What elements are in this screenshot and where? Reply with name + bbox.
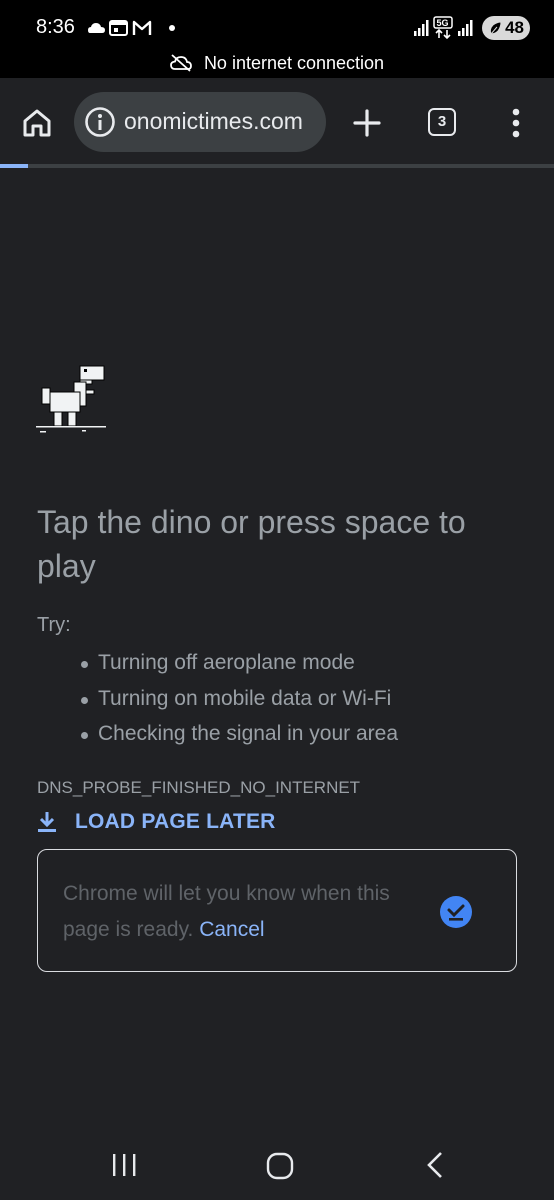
status-notification-icons: [88, 20, 175, 36]
calendar-icon: [109, 20, 128, 36]
page-ready-notice: Chrome will let you know when this page …: [37, 849, 517, 972]
cancel-link[interactable]: Cancel: [199, 918, 264, 941]
back-icon[interactable]: [424, 1150, 446, 1180]
url-text[interactable]: onomictimes.com: [124, 108, 316, 135]
signal-icon: [414, 20, 429, 36]
download-icon: [38, 812, 56, 832]
tab-switcher-icon[interactable]: 3: [428, 108, 456, 136]
signal-icon: [458, 20, 473, 36]
clock: 8:36: [36, 16, 75, 38]
page-load-progress: [0, 164, 554, 168]
address-bar[interactable]: onomictimes.com: [74, 92, 326, 152]
signal-status-icons: 5G: [414, 16, 473, 40]
browser-toolbar: onomictimes.com 3: [0, 78, 554, 164]
suggestion-item: Turning on mobile data or Wi-Fi: [80, 684, 398, 720]
battery-percentage: 48: [505, 18, 524, 37]
tab-count: 3: [437, 113, 447, 130]
page-load-progress-fill: [0, 164, 28, 168]
offline-banner-text: No internet connection: [203, 52, 385, 73]
gmail-icon: [132, 20, 152, 35]
cloud-icon: [88, 23, 105, 33]
suggestion-item: Checking the signal in your area: [80, 719, 398, 755]
home-icon[interactable]: [18, 104, 56, 142]
notification-dot-icon: [169, 25, 175, 31]
network-type-label: 5G: [437, 18, 449, 28]
error-headline: Tap the dino or press space to play: [37, 504, 466, 584]
cloud-off-icon: [170, 54, 192, 72]
system-navigation-bar: [0, 1128, 554, 1200]
status-bar: 8:36 5G 48: [0, 0, 554, 48]
home-nav-icon[interactable]: [266, 1152, 294, 1180]
suggestion-list: Turning off aeroplane mode Turning on mo…: [80, 648, 398, 755]
info-icon[interactable]: [84, 106, 116, 138]
try-label: Try:: [37, 614, 71, 636]
error-code: DNS_PROBE_FINISHED_NO_INTERNET: [37, 778, 361, 797]
more-vert-icon[interactable]: [504, 106, 528, 140]
page-ready-message: Chrome will let you know when this page …: [63, 876, 403, 948]
battery-icon: [489, 21, 502, 35]
suggestion-item: Turning off aeroplane mode: [80, 648, 398, 684]
dino-game[interactable]: [36, 360, 106, 436]
check-download-icon: [440, 896, 472, 928]
load-page-later-label: LOAD PAGE LATER: [75, 810, 276, 833]
load-page-later-button[interactable]: LOAD PAGE LATER: [37, 806, 276, 838]
data-arrows-icon: 5G: [433, 16, 453, 40]
recent-apps-icon[interactable]: [110, 1152, 138, 1178]
battery-indicator: 48: [482, 16, 530, 40]
offline-banner: No internet connection: [0, 48, 554, 78]
plus-icon[interactable]: [350, 106, 384, 140]
